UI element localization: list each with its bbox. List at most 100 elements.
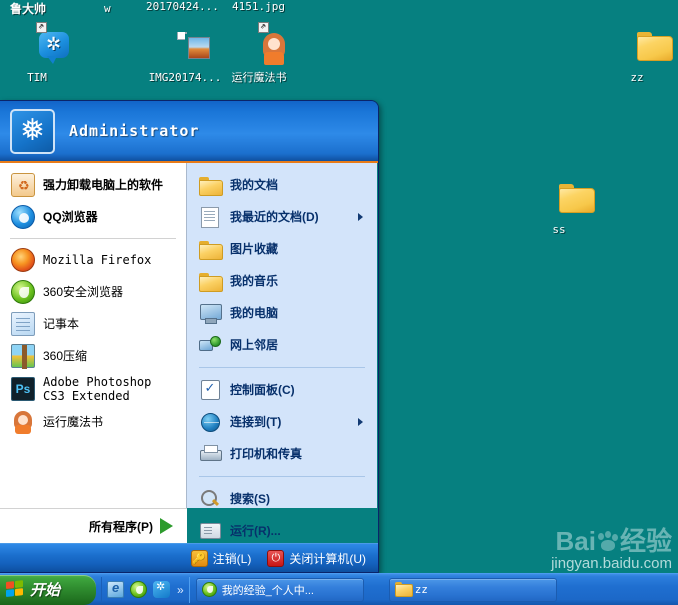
start-item-label: 控制面板(C) xyxy=(230,383,295,397)
start-item-my-computer[interactable]: 我的电脑 xyxy=(191,297,373,329)
start-item-notepad[interactable]: 记事本 xyxy=(4,308,182,340)
control-panel-icon xyxy=(197,377,223,403)
start-item-label: 运行魔法书 xyxy=(43,415,104,429)
quick-launch-bar[interactable]: » xyxy=(101,576,190,603)
folder-icon xyxy=(394,582,413,597)
desktop-icon-label: zz xyxy=(630,71,644,84)
all-programs-button[interactable]: 所有程序(P) xyxy=(0,508,187,543)
folder-icon xyxy=(619,32,655,68)
start-item-qq-browser[interactable]: QQ浏览器 xyxy=(4,201,182,233)
start-button-label: 开始 xyxy=(30,581,61,599)
task-button-label: zz xyxy=(414,583,428,596)
start-item-search[interactable]: 搜索(S) xyxy=(191,483,373,515)
start-menu-left-column: 强力卸载电脑上的软件 QQ浏览器 Mozilla Firefox 360安全浏览… xyxy=(0,163,187,508)
start-item-label: 强力卸载电脑上的软件 xyxy=(43,178,164,192)
photo-file-icon xyxy=(167,32,210,68)
start-item-mozilla-firefox[interactable]: Mozilla Firefox xyxy=(4,244,182,276)
start-item-run[interactable]: 运行(R)... xyxy=(191,515,373,547)
start-menu[interactable]: ❅ Administrator 强力卸载电脑上的软件 QQ浏览器 Mozilla… xyxy=(0,100,379,573)
start-item-label: 我的音乐 xyxy=(230,274,279,288)
start-item-label: 我最近的文档(D) xyxy=(230,210,319,224)
desktop-icon-magic-book[interactable]: 运行魔法书 xyxy=(222,20,296,84)
tim-icon[interactable] xyxy=(153,580,170,598)
start-menu-footer: 🔑 注销(L) ⏻ 关闭计算机(U) xyxy=(0,543,378,572)
start-item-my-documents[interactable]: 我的文档 xyxy=(191,169,373,201)
shut-down-label: 关闭计算机(U) xyxy=(289,551,366,566)
qq-browser-icon xyxy=(10,204,36,230)
start-item-uninstall-software[interactable]: 强力卸载电脑上的软件 xyxy=(4,169,182,201)
start-item-label: 记事本 xyxy=(43,317,80,331)
desktop-icon-img20174[interactable]: IMG20174... xyxy=(148,32,222,84)
start-menu-right-separator-1 xyxy=(199,367,365,368)
folder-icon xyxy=(541,184,577,220)
start-item-360-browser[interactable]: 360安全浏览器 xyxy=(4,276,182,308)
desktop-clipped-label-2: w xyxy=(104,2,111,15)
desktop-clipped-label-3: 20170424... xyxy=(146,0,219,13)
my-computer-icon xyxy=(197,300,223,326)
desktop-icon-ss-folder[interactable]: ss xyxy=(522,184,596,236)
task-button[interactable]: zz xyxy=(388,577,557,602)
task-button[interactable]: 我的经验_个人中... xyxy=(195,577,364,602)
start-item-network-places[interactable]: 网上邻居 xyxy=(191,329,373,361)
log-off-button[interactable]: 🔑 注销(L) xyxy=(190,549,251,567)
start-item-360-zip[interactable]: 360压缩 xyxy=(4,340,182,372)
start-menu-header: ❅ Administrator xyxy=(0,101,378,163)
my-music-icon xyxy=(197,268,223,294)
photoshop-icon: Ps xyxy=(10,376,36,402)
start-item-recent-documents[interactable]: 我最近的文档(D) xyxy=(191,201,373,233)
desktop-clipped-label-1: 鲁大帅 xyxy=(10,2,47,16)
shut-down-button[interactable]: ⏻ 关闭计算机(U) xyxy=(267,549,366,567)
desktop-icon-label: ss xyxy=(552,223,566,236)
360-browser-icon[interactable] xyxy=(130,581,147,598)
360-zip-icon xyxy=(10,343,36,369)
quick-launch-overflow-icon[interactable]: » xyxy=(177,583,184,597)
start-item-label: 连接到(T) xyxy=(230,415,282,429)
firefox-icon xyxy=(10,247,36,273)
green-arrow-icon xyxy=(160,518,173,534)
start-item-label: 运行(R)... xyxy=(230,524,281,538)
connect-to-icon xyxy=(197,409,223,435)
start-item-label: 360安全浏览器 xyxy=(43,285,124,299)
snowflake-icon[interactable]: ❅ xyxy=(10,108,55,154)
uninstall-icon xyxy=(10,172,36,198)
start-item-printers-faxes[interactable]: 打印机和传真 xyxy=(191,438,373,470)
start-item-photoshop[interactable]: Ps Adobe Photoshop CS3 Extended xyxy=(4,372,182,406)
key-icon: 🔑 xyxy=(190,549,208,567)
my-pictures-icon xyxy=(197,236,223,262)
start-menu-body: 强力卸载电脑上的软件 QQ浏览器 Mozilla Firefox 360安全浏览… xyxy=(0,163,378,539)
search-icon xyxy=(197,486,223,512)
chevron-right-icon xyxy=(358,418,363,426)
start-menu-right-column: 我的文档 我最近的文档(D) 图片收藏 我的音乐 我的电脑 网上邻居 ✓ 控制面… xyxy=(187,163,377,539)
desktop-icon-label: 运行魔法书 xyxy=(231,71,287,84)
run-icon xyxy=(197,518,223,544)
taskbar[interactable]: 开始 » 我的经验_个人中... zz xyxy=(0,573,678,605)
start-item-control-panel[interactable]: 控制面板(C) xyxy=(191,374,373,406)
start-item-connect-to[interactable]: 连接到(T) xyxy=(191,406,373,438)
start-item-label: 图片收藏 xyxy=(230,242,279,256)
ie-icon[interactable] xyxy=(107,580,124,598)
anime-girl-icon xyxy=(10,409,36,435)
start-item-label: 打印机和传真 xyxy=(230,447,303,461)
start-item-label: 搜索(S) xyxy=(230,492,270,506)
start-item-magic-book[interactable]: 运行魔法书 xyxy=(4,406,182,438)
user-name: Administrator xyxy=(69,122,200,140)
notepad-icon xyxy=(10,311,36,337)
start-item-my-pictures[interactable]: 图片收藏 xyxy=(191,233,373,265)
start-item-label: 我的电脑 xyxy=(230,306,279,320)
desktop-icon-label: IMG20174... xyxy=(148,71,222,84)
desktop-icon-tim[interactable]: ✲ TIM xyxy=(0,20,74,84)
windows-flag-icon xyxy=(6,580,24,599)
start-menu-left-separator xyxy=(10,238,176,239)
anime-girl-shortcut-icon xyxy=(241,20,285,68)
start-item-label: QQ浏览器 xyxy=(43,210,98,224)
start-button[interactable]: 开始 xyxy=(0,574,96,605)
desktop-clipped-label-4: 4151.jpg xyxy=(232,0,285,13)
start-item-label: 360压缩 xyxy=(43,349,88,363)
tim-shortcut-icon: ✲ xyxy=(19,20,69,68)
power-icon: ⏻ xyxy=(267,549,285,567)
start-item-label: Mozilla Firefox xyxy=(43,253,152,267)
start-item-my-music[interactable]: 我的音乐 xyxy=(191,265,373,297)
task-button-label: 我的经验_个人中... xyxy=(221,584,314,597)
desktop-icon-zz-folder[interactable]: zz xyxy=(600,32,674,84)
360-browser-icon xyxy=(10,279,36,305)
